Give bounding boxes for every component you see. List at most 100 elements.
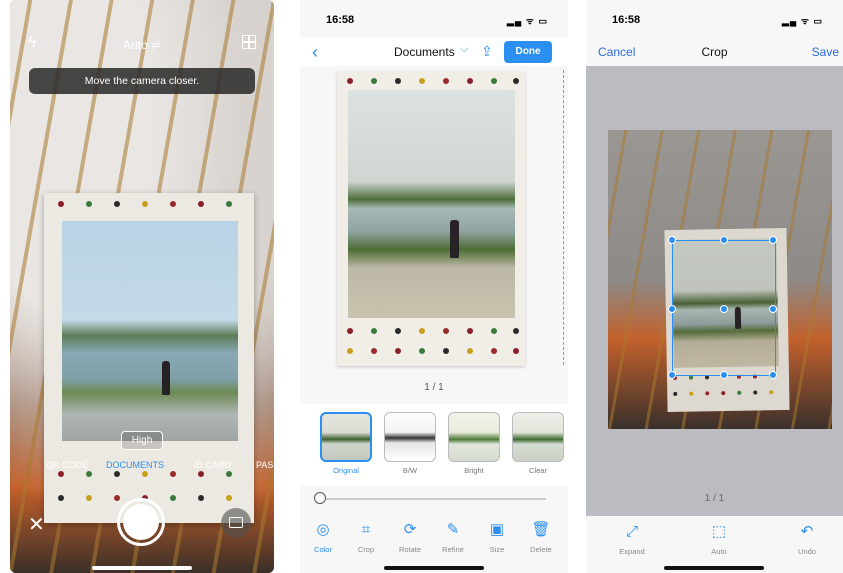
polka-dot — [371, 328, 377, 334]
crop-canvas — [586, 66, 843, 516]
polka-dot — [721, 391, 726, 396]
mode-qr-code[interactable]: QR CODE — [46, 460, 88, 470]
filter-thumbnail — [448, 412, 500, 462]
camera-top-bar: ϟ Auto ≓ — [10, 30, 274, 60]
auto-crop-icon: ⬚ — [711, 523, 727, 540]
page-title[interactable]: Documents — [394, 45, 455, 59]
scan-mode-selector: QR CODE DOCUMENTS ID CARD PAS — [10, 460, 274, 474]
tool-crop[interactable]: ⌗ Crop — [346, 520, 386, 554]
polka-dot — [226, 495, 232, 501]
polka-dot — [467, 348, 473, 354]
mode-id-card[interactable]: ID CARD — [194, 460, 231, 470]
polka-dot — [170, 495, 176, 501]
crop-handle[interactable] — [769, 371, 777, 379]
filter-thumbnail — [320, 412, 372, 462]
tool-color[interactable]: ◎ Color — [303, 520, 343, 554]
refine-icon: ✎ — [446, 521, 460, 538]
tool-rotate[interactable]: ⟳ Rotate — [390, 520, 430, 554]
filter-clear[interactable]: Clear — [512, 412, 564, 475]
filter-label: Original — [333, 466, 359, 475]
polka-dot — [419, 328, 425, 334]
crop-handle[interactable] — [668, 305, 676, 313]
slider-knob[interactable] — [314, 492, 326, 504]
polka-dot — [419, 348, 425, 354]
camera-screen: ϟ Auto ≓ Move the camera closer. High QR… — [10, 0, 274, 573]
crop-toolbar: ⤢ Expand ⬚ Auto ↶ Undo — [586, 516, 843, 573]
polka-dot — [198, 495, 204, 501]
tool-size[interactable]: ▣ Size — [477, 520, 517, 554]
tool-label: Color — [314, 545, 332, 554]
gallery-icon[interactable] — [221, 508, 251, 538]
grid-icon[interactable] — [242, 35, 256, 49]
mode-passport[interactable]: PAS — [256, 460, 273, 470]
photo-content — [348, 90, 515, 318]
polka-dot — [491, 78, 497, 84]
status-icons: ▂▄ ᯤ ▭ — [506, 16, 548, 26]
person-figure — [162, 361, 170, 395]
nav-bar: ‹ Documents ⌵ ⇪ Done — [300, 38, 568, 66]
shutter-button[interactable] — [117, 498, 165, 546]
page-indicator: 1 / 1 — [704, 493, 725, 504]
tool-auto[interactable]: ⬚ Auto — [694, 522, 744, 556]
chevron-down-icon[interactable]: ⌵ — [460, 43, 468, 56]
back-chevron-icon[interactable]: ‹ — [312, 42, 318, 63]
page-indicator: 1 / 1 — [424, 382, 444, 393]
filter-bw[interactable]: B/W — [384, 412, 436, 475]
mode-documents[interactable]: DOCUMENTS — [106, 460, 164, 470]
edit-toolbar: ◎ Color ⌗ Crop ⟳ Rotate ✎ Refine ▣ Size … — [300, 514, 568, 573]
polka-dot — [142, 201, 148, 207]
photo-content — [62, 221, 238, 441]
filter-thumbnail — [384, 412, 436, 462]
scanned-photo — [337, 72, 525, 366]
crop-handle[interactable] — [668, 236, 676, 244]
crop-frame[interactable] — [668, 236, 777, 379]
intensity-slider[interactable] — [314, 492, 546, 504]
auto-mode-toggle[interactable]: Auto ≓ — [10, 38, 274, 52]
polka-dot — [395, 348, 401, 354]
share-icon[interactable]: ⇪ — [481, 43, 495, 59]
polka-dot — [114, 201, 120, 207]
quality-badge[interactable]: High — [121, 431, 163, 450]
next-page-edge — [563, 70, 564, 365]
tool-delete[interactable]: 🗑 Delete — [521, 520, 561, 554]
status-time: 16:58 — [326, 14, 355, 26]
crop-handle[interactable] — [720, 236, 728, 244]
nav-bar: Cancel Crop Save — [586, 38, 843, 66]
polka-dot — [513, 328, 519, 334]
polka-dot — [86, 201, 92, 207]
tool-expand[interactable]: ⤢ Expand — [607, 522, 657, 556]
polka-dot — [347, 78, 353, 84]
polka-dot — [347, 328, 353, 334]
filter-bright[interactable]: Bright — [448, 412, 500, 475]
crop-handle[interactable] — [769, 236, 777, 244]
home-indicator — [384, 566, 484, 570]
camera-hint-toast: Move the camera closer. — [29, 68, 255, 94]
done-button[interactable]: Done — [504, 41, 552, 63]
filter-label: Clear — [529, 466, 547, 475]
crop-handle[interactable] — [720, 305, 728, 313]
color-icon: ◎ — [316, 521, 330, 538]
polka-dot — [491, 348, 497, 354]
crop-handle[interactable] — [720, 371, 728, 379]
tool-refine[interactable]: ✎ Refine — [433, 520, 473, 554]
polka-dot — [58, 495, 64, 501]
size-icon: ▣ — [489, 521, 505, 538]
filter-original[interactable]: Original — [320, 412, 372, 475]
home-indicator — [92, 566, 192, 570]
polka-dot — [86, 495, 92, 501]
polka-dot — [443, 328, 449, 334]
home-indicator — [664, 566, 764, 570]
filter-thumbnail — [512, 412, 564, 462]
tool-label: Auto — [711, 547, 727, 556]
filter-label: B/W — [402, 466, 418, 475]
status-time: 16:58 — [612, 14, 641, 26]
save-button[interactable]: Save — [812, 45, 839, 59]
crop-screen: 16:58 ▂▄ ᯤ ▭ Cancel Crop Save 1 / 1 ⤢ Ex… — [586, 0, 843, 573]
tool-undo[interactable]: ↶ Undo — [782, 522, 832, 556]
crop-handle[interactable] — [668, 371, 676, 379]
polka-dot — [226, 201, 232, 207]
close-icon[interactable]: ✕ — [28, 512, 45, 537]
polka-dot — [753, 390, 758, 395]
polka-dot — [689, 391, 694, 396]
crop-handle[interactable] — [769, 305, 777, 313]
